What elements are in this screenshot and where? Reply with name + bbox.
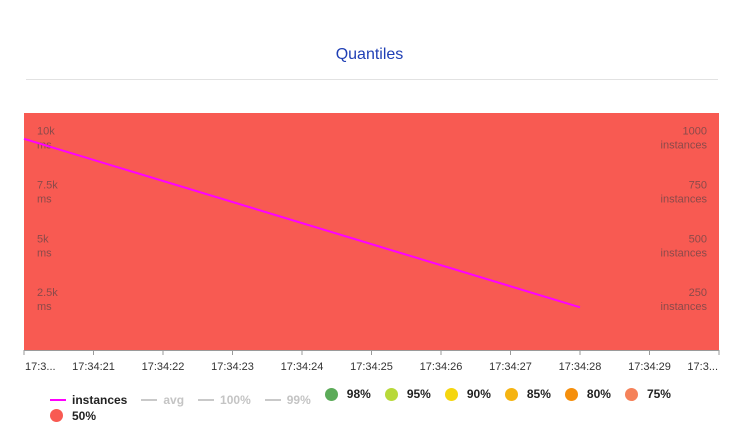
legend-dot-marker [384,387,398,401]
right-tick-label: 500 [689,233,707,245]
legend-item-50pct[interactable]: 50% [50,408,96,424]
legend-dot-marker [564,387,578,401]
right-tick-label: 750 [689,179,707,191]
legend-item-instances[interactable]: instances [50,392,127,408]
legend-line-marker [198,398,215,401]
legend-item-98pct[interactable]: 98% [324,386,371,402]
legend-item-80pct[interactable]: 80% [564,386,611,402]
legend-item-100pct[interactable]: 100% [198,392,251,408]
legend-dot-marker [50,409,63,422]
left-tick-label: 2.5k [37,287,58,299]
legend-label: 75% [646,387,671,401]
right-tick-unit: instances [661,193,708,205]
x-tick-label: 17:34:29 [628,361,671,373]
x-tick-label: 17:34:26 [420,361,463,373]
right-tick-unit: instances [661,247,708,259]
legend-label: 99% [286,392,311,407]
legend-label: 85% [526,387,551,401]
legend-line-marker [50,398,66,401]
legend-item-99pct[interactable]: 99% [264,392,311,408]
left-tick-unit: ms [37,247,52,259]
legend-item-85pct[interactable]: 85% [504,386,551,402]
legend-label: avg [163,392,185,407]
legend-label: 90% [466,387,491,401]
x-tick-label: 17:34:27 [489,361,532,373]
x-tick-label: 17:34:23 [211,361,254,373]
legend-dot-marker [504,387,518,401]
quantiles-chart: 10kms7.5kms5kms2.5kms 1000instances750in… [23,113,720,373]
right-tick-label: 1000 [683,126,707,138]
legend-dot-marker [444,387,458,401]
right-tick-unit: instances [661,140,708,152]
x-axis: 17:3... 17:34:21 17:34:22 17:34:23 17:34:24 1… [23,350,720,373]
x-tick-label: 17:34:24 [281,361,324,373]
legend: instances avg 100% 99% 98% 95% 90% 85% 80% 75% 50% [50,386,730,427]
right-tick-unit: instances [661,301,708,313]
left-tick-unit: ms [37,301,52,313]
x-tick-label: 17:3... [25,361,56,373]
legend-line-marker [141,398,158,401]
legend-line-marker [264,398,281,401]
x-tick-label: 17:3... [687,361,718,373]
right-tick-label: 250 [689,287,707,299]
left-tick-label: 7.5k [37,179,58,191]
legend-item-95pct[interactable]: 95% [384,386,431,402]
legend-item-90pct[interactable]: 90% [444,386,491,402]
left-tick-label: 10k [37,126,55,138]
legend-item-avg[interactable]: avg [141,392,184,408]
legend-item-75pct[interactable]: 75% [624,386,671,402]
x-tick-label: 17:34:25 [350,361,393,373]
legend-dot-marker [624,387,638,401]
left-tick-label: 5k [37,233,49,245]
left-tick-unit: ms [37,193,52,205]
legend-label: 95% [406,387,431,401]
legend-label: 98% [346,387,371,401]
x-tick-label: 17:34:21 [72,361,115,373]
x-tick-label: 17:34:28 [559,361,602,373]
legend-label: 100% [220,392,251,407]
legend-label: 80% [586,387,611,401]
plot-area-fill-50 [24,113,719,350]
legend-dot-marker [324,387,338,401]
x-tick-label: 17:34:22 [142,361,185,373]
